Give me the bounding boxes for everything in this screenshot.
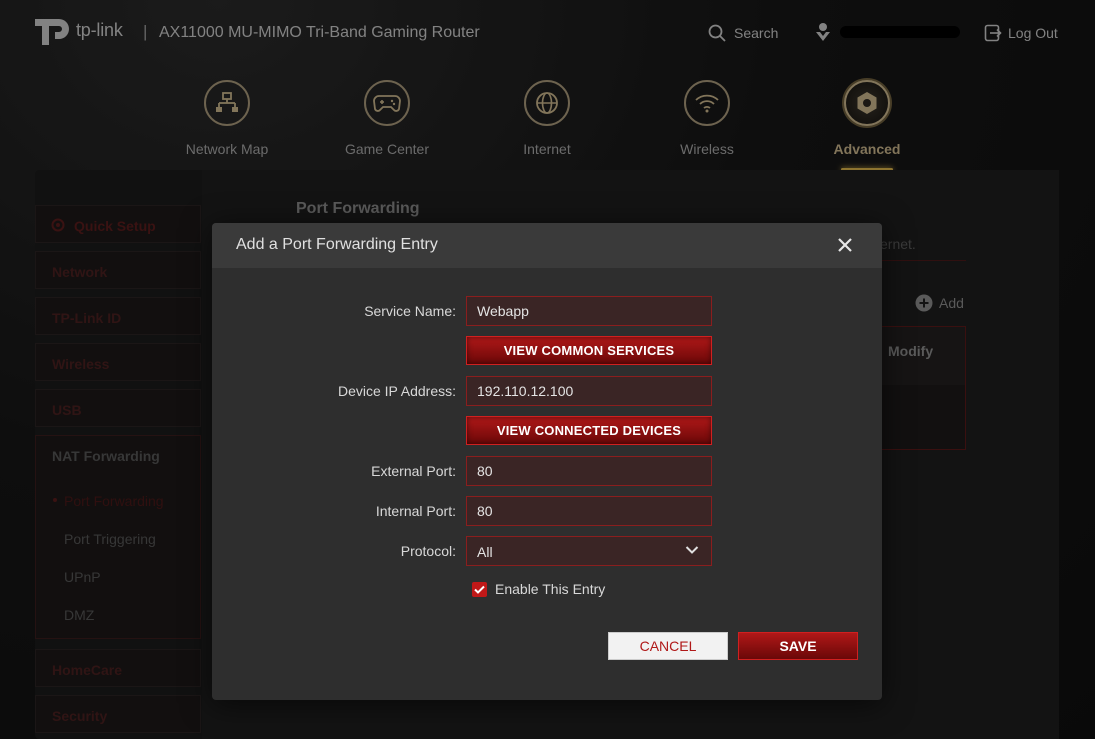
close-icon[interactable] (835, 235, 855, 255)
view-common-services-button[interactable]: VIEW COMMON SERVICES (466, 336, 712, 365)
check-icon (474, 585, 485, 594)
enable-entry-checkbox[interactable]: Enable This Entry (472, 581, 605, 597)
protocol-label: Protocol: (400, 543, 456, 559)
external-port-input[interactable] (466, 456, 712, 486)
service-name-label: Service Name: (364, 303, 456, 319)
cancel-button[interactable]: CANCEL (608, 632, 728, 660)
view-connected-devices-button[interactable]: VIEW CONNECTED DEVICES (466, 416, 712, 445)
protocol-value: All (477, 544, 493, 560)
service-name-input[interactable] (466, 296, 712, 326)
enable-entry-label: Enable This Entry (495, 581, 606, 597)
device-ip-label: Device IP Address: (337, 383, 456, 399)
protocol-select[interactable]: All (466, 536, 712, 566)
internal-port-input[interactable] (466, 496, 712, 526)
dialog-header: Add a Port Forwarding Entry (212, 223, 882, 268)
internal-port-label: Internal Port: (375, 503, 456, 519)
external-port-label: External Port: (371, 463, 456, 479)
add-port-forwarding-dialog: Add a Port Forwarding Entry Service Name… (212, 223, 882, 700)
device-ip-input[interactable] (466, 376, 712, 406)
save-button[interactable]: SAVE (738, 632, 858, 660)
chevron-down-icon (685, 546, 699, 554)
dialog-title: Add a Port Forwarding Entry (236, 236, 438, 253)
checkbox-checked[interactable] (472, 581, 487, 597)
